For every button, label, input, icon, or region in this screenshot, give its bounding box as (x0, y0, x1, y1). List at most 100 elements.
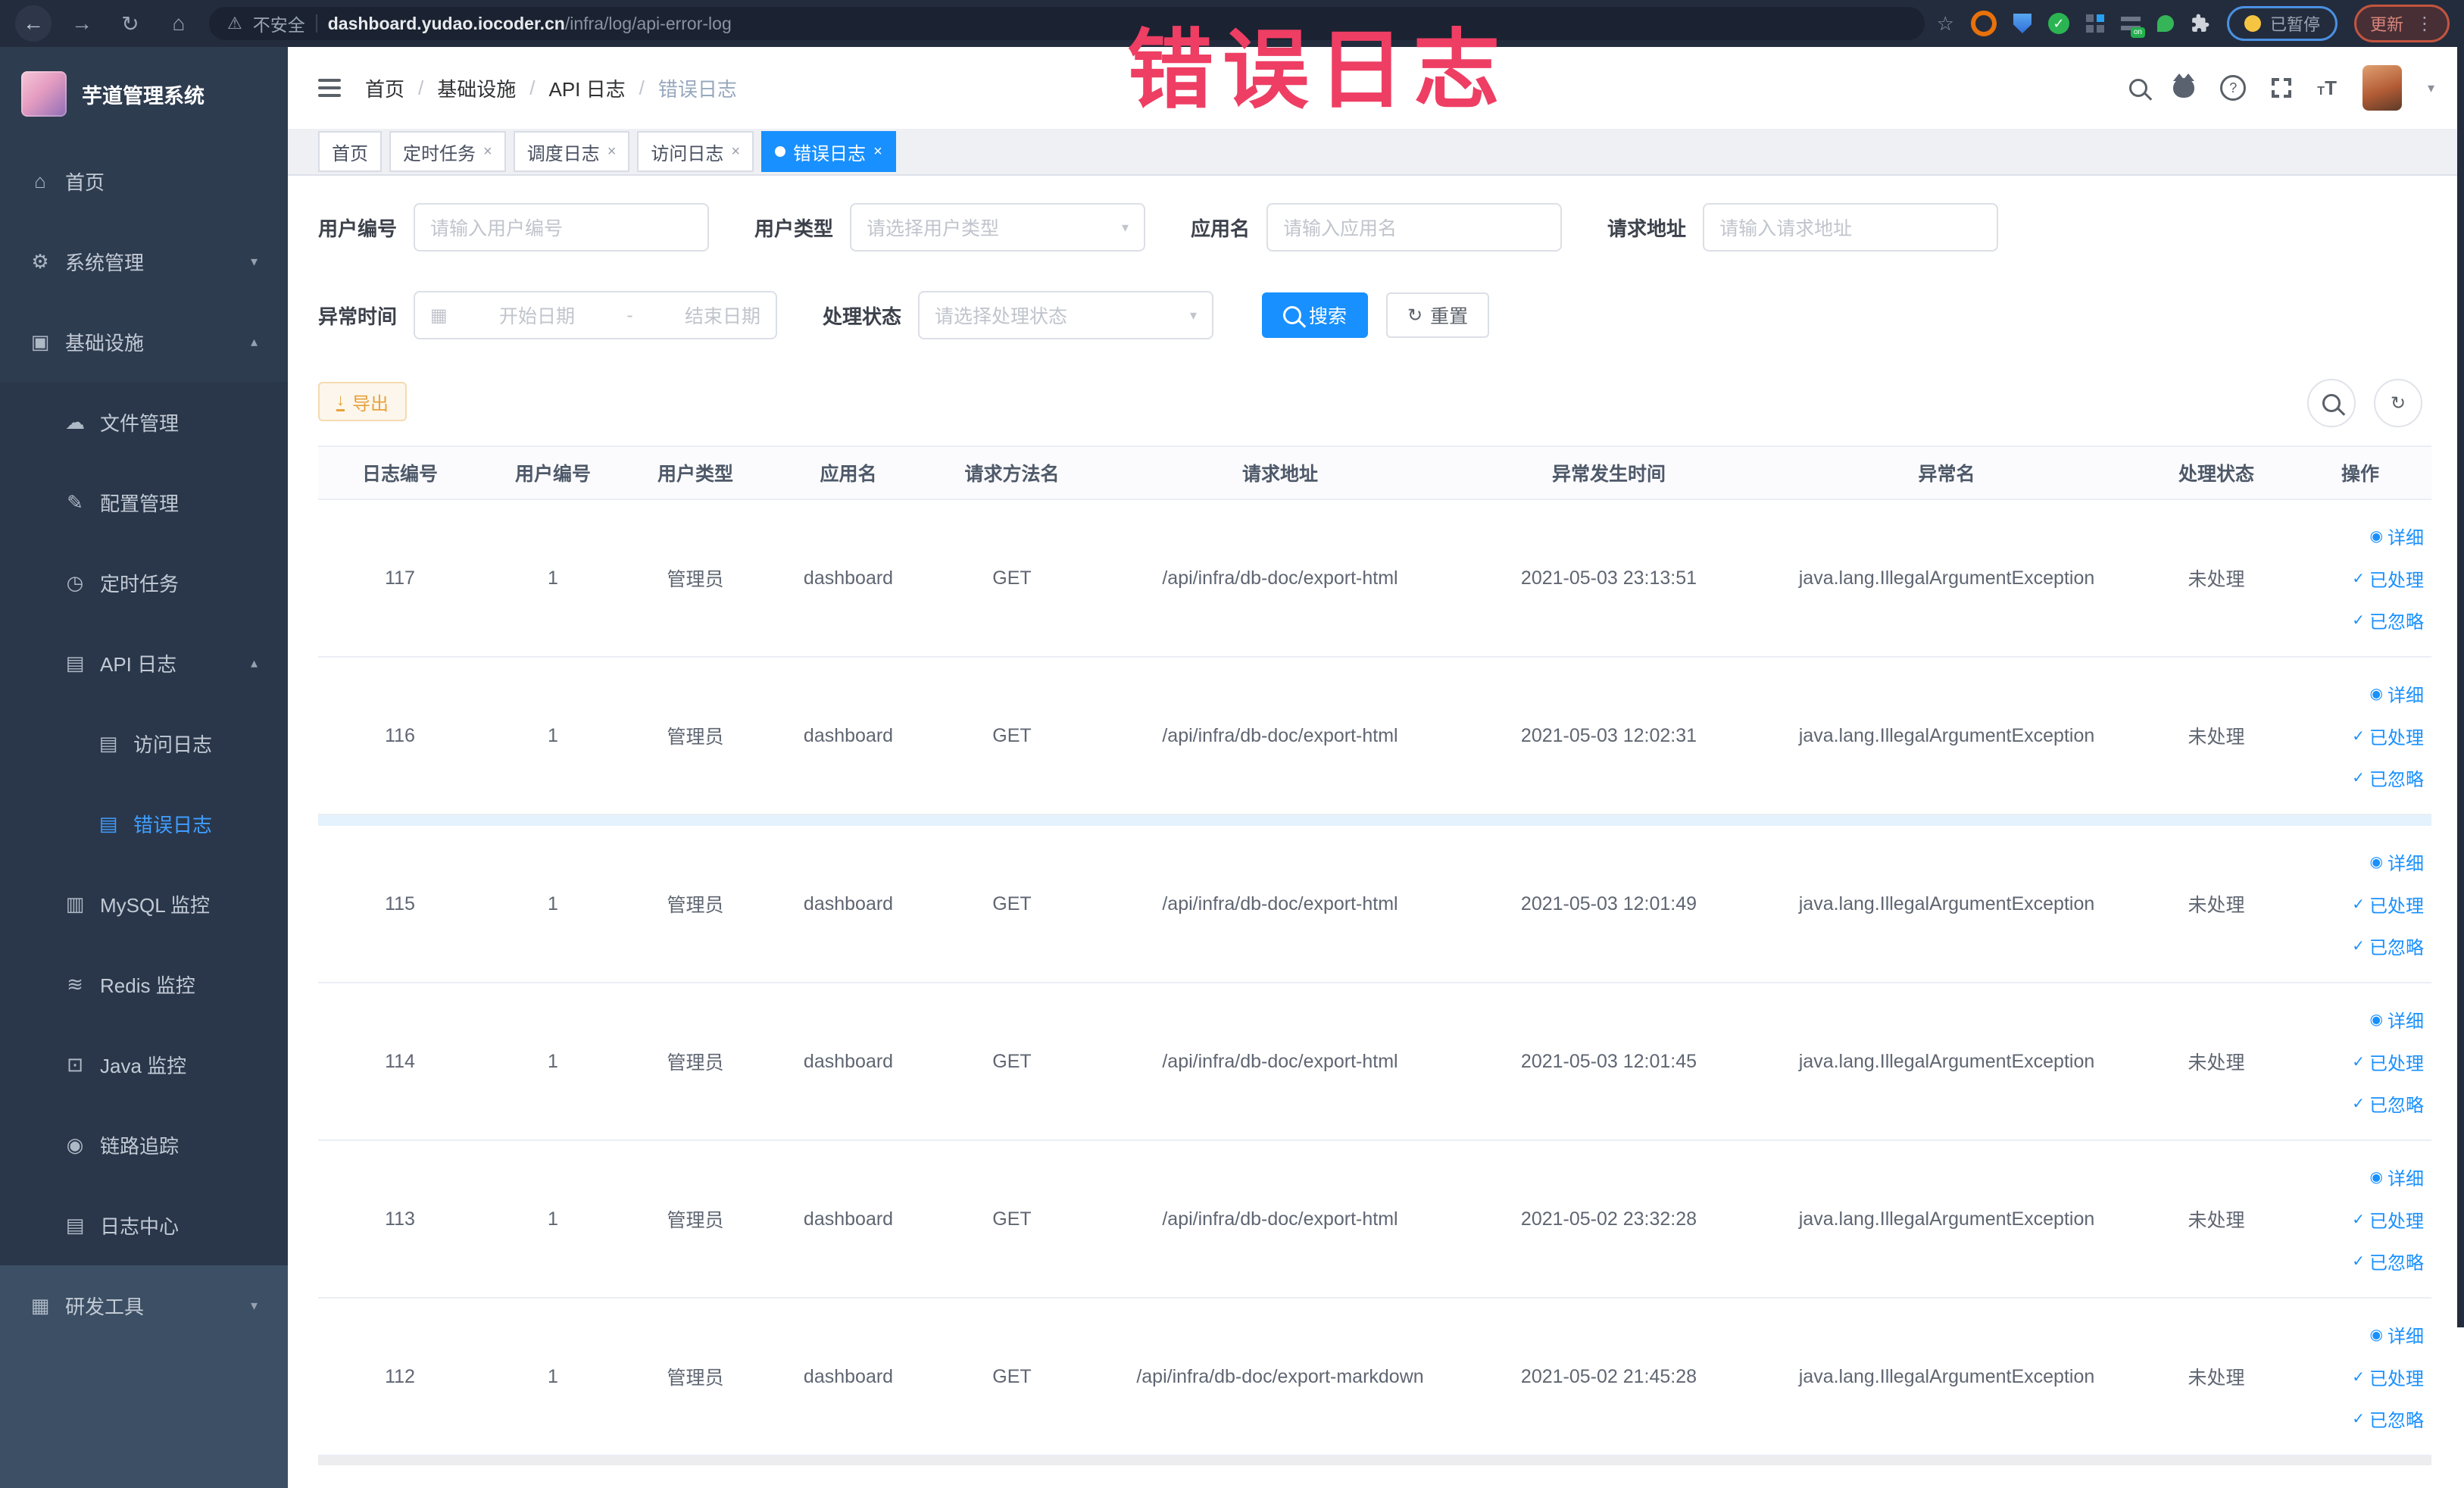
sidebar-item-file[interactable]: ☁ 文件管理 (0, 382, 288, 462)
search-toggle-button[interactable] (2307, 379, 2356, 427)
tab-访问日志[interactable]: 访问日志 × (637, 131, 754, 172)
chevron-down-icon[interactable]: ▾ (2428, 80, 2434, 96)
extension-leaf-icon[interactable] (2156, 15, 2174, 32)
page-scrollbar[interactable] (2457, 47, 2464, 1488)
chevron-up-icon: ▴ (250, 333, 258, 349)
detail-link[interactable]: ◉ 详细 (2370, 1164, 2424, 1190)
divider (315, 14, 317, 33)
detail-link[interactable]: ◉ 详细 (2370, 849, 2424, 875)
cell-id: 112 (385, 1365, 415, 1387)
tab-首页[interactable]: 首页 (318, 131, 382, 172)
detail-link[interactable]: ◉ 详细 (2370, 1006, 2424, 1033)
sidebar-item-api-log[interactable]: ▤ API 日志 ▴ (0, 623, 288, 703)
process-status-select[interactable]: 请选择处理状态 ▾ (918, 291, 1214, 339)
extensions-puzzle-icon[interactable] (2191, 14, 2210, 33)
sidebar-item-access-log[interactable]: ▤ 访问日志 (0, 703, 288, 783)
mark-processed-link[interactable]: ✓ 已处理 (2352, 723, 2424, 749)
check-icon: ✓ (2352, 1096, 2365, 1112)
op-label: 已忽略 (2369, 938, 2424, 958)
detail-link[interactable]: ◉ 详细 (2370, 680, 2424, 707)
sidebar-item-system[interactable]: ⚙ 系统管理 ▾ (0, 221, 288, 302)
bookmark-star-icon[interactable]: ☆ (1937, 12, 1954, 36)
mark-ignored-link[interactable]: ✓ 已忽略 (2352, 1405, 2424, 1432)
table-row[interactable]: 117 1 管理员 dashboard GET/api/infra/db-doc/exp… (318, 500, 2431, 658)
table-scrollbar-track[interactable] (318, 1456, 2431, 1465)
sidebar-item-dev-tools[interactable]: ▦ 研发工具 ▾ (0, 1265, 288, 1346)
search-button[interactable]: 搜索 (1262, 292, 1369, 338)
breadcrumb-item[interactable]: 基础设施 (437, 74, 516, 102)
sidebar-menu: ⌂ 首页 ⚙ 系统管理 ▾ ▣ 基础设施 ▴ ☁ 文件管理 ✎ 配置管理 ◷ 定时任务 ▤ API 日志 ▴ ▤ 访… (0, 141, 288, 1265)
sidebar-item-error-log[interactable]: ▤ 错误日志 (0, 783, 288, 864)
exception-time-daterange[interactable]: ▦ 开始日期 - 结束日期 (414, 291, 778, 339)
range-separator: - (626, 304, 633, 326)
sidebar-item-config[interactable]: ✎ 配置管理 (0, 462, 288, 542)
sidebar-item-mysql[interactable]: ▥ MySQL 监控 (0, 864, 288, 944)
sidebar-item-trace[interactable]: ◉ 链路追踪 (0, 1105, 288, 1185)
extension-orange-ring-icon[interactable] (1970, 11, 1997, 36)
mark-processed-link[interactable]: ✓ 已处理 (2352, 1206, 2424, 1233)
mark-ignored-link[interactable]: ✓ 已忽略 (2352, 764, 2424, 791)
extension-on-badge-icon[interactable] (2120, 17, 2145, 38)
avatar[interactable] (2362, 65, 2402, 111)
url-text[interactable]: dashboard.yudao.iocoder.cn/infra/log/api… (328, 14, 732, 34)
tab-调度日志[interactable]: 调度日志 × (513, 131, 630, 172)
mark-processed-link[interactable]: ✓ 已处理 (2352, 1049, 2424, 1075)
breadcrumb-item[interactable]: API 日志 (549, 74, 626, 102)
reset-button[interactable]: ↻ 重置 (1386, 292, 1490, 338)
home-icon[interactable]: ⌂ (161, 5, 197, 42)
reload-icon[interactable]: ↻ (112, 5, 148, 42)
profile-paused-pill[interactable]: 已暂停 (2226, 6, 2338, 41)
sidebar-item-redis[interactable]: ≋ Redis 监控 (0, 944, 288, 1024)
table-row[interactable]: 114 1 管理员 dashboard GET/api/infra/db-doc/exp… (318, 983, 2431, 1141)
close-icon[interactable]: × (607, 143, 617, 161)
extension-grid-icon[interactable] (2085, 14, 2104, 33)
security-label[interactable]: 不安全 (253, 11, 305, 36)
table-row[interactable]: 113 1 管理员 dashboard GET/api/infra/db-doc/exp… (318, 1141, 2431, 1299)
kebab-menu-icon[interactable]: ⋮ (2416, 13, 2434, 35)
table-row[interactable]: 112 1 管理员 dashboard GET/api/infra/db-doc/exp… (318, 1299, 2431, 1456)
mark-ignored-link[interactable]: ✓ 已忽略 (2352, 933, 2424, 959)
refresh-button[interactable]: ↻ (2374, 379, 2422, 427)
mark-ignored-link[interactable]: ✓ 已忽略 (2352, 1248, 2424, 1274)
table-row[interactable]: 116 1 管理员 dashboard GET/api/infra/db-doc/exp… (318, 658, 2431, 815)
close-icon[interactable]: × (483, 143, 492, 161)
logo-row[interactable]: 芋道管理系统 (0, 47, 288, 141)
user-type-select[interactable]: 请选择用户类型 ▾ (850, 203, 1146, 252)
app-name-input[interactable]: 请输入应用名 (1266, 203, 1563, 252)
export-button[interactable]: ↓ 导出 (318, 382, 407, 421)
font-size-icon[interactable]: TT (2317, 77, 2337, 100)
search-icon[interactable] (2129, 79, 2148, 97)
close-icon[interactable]: × (873, 143, 882, 161)
search-icon (1283, 306, 1302, 324)
github-icon[interactable] (2173, 73, 2195, 98)
breadcrumb-item[interactable]: 首页 (365, 74, 404, 102)
hamburger-icon[interactable] (318, 79, 341, 97)
mark-ignored-link[interactable]: ✓ 已忽略 (2352, 1090, 2424, 1117)
sidebar-item-java[interactable]: ⊡ Java 监控 (0, 1024, 288, 1105)
tab-定时任务[interactable]: 定时任务 × (389, 131, 506, 172)
sidebar-item-log-center[interactable]: ▤ 日志中心 (0, 1185, 288, 1265)
scrollbar-thumb[interactable] (2457, 47, 2464, 1327)
sidebar-item-home[interactable]: ⌂ 首页 (0, 141, 288, 221)
detail-link[interactable]: ◉ 详细 (2370, 1321, 2424, 1348)
address-bar[interactable]: ⚠ 不安全 dashboard.yudao.iocoder.cn/infra/l… (209, 7, 1925, 40)
mark-ignored-link[interactable]: ✓ 已忽略 (2352, 607, 2424, 633)
sidebar-item-job[interactable]: ◷ 定时任务 (0, 542, 288, 623)
detail-link[interactable]: ◉ 详细 (2370, 523, 2424, 549)
extension-green-check-icon[interactable]: ✓ (2047, 13, 2069, 34)
back-icon[interactable]: ← (15, 5, 52, 42)
tab-错误日志[interactable]: 错误日志 × (761, 131, 896, 172)
help-icon[interactable]: ? (2220, 75, 2247, 101)
close-icon[interactable]: × (731, 143, 740, 161)
mark-processed-link[interactable]: ✓ 已处理 (2352, 1364, 2424, 1390)
extension-shield-icon[interactable] (2013, 14, 2031, 33)
fullscreen-icon[interactable] (2272, 78, 2292, 98)
sidebar-item-infra[interactable]: ▣ 基础设施 ▴ (0, 302, 288, 382)
table-row[interactable]: 115 1 管理员 dashboard GET/api/infra/db-doc/exp… (318, 826, 2431, 983)
mark-processed-link[interactable]: ✓ 已处理 (2352, 891, 2424, 917)
mark-processed-link[interactable]: ✓ 已处理 (2352, 565, 2424, 592)
browser-update-button[interactable]: 更新 ⋮ (2353, 5, 2450, 42)
user-id-input[interactable]: 请输入用户编号 (414, 203, 710, 252)
forward-icon[interactable]: → (64, 5, 100, 42)
request-url-input[interactable]: 请输入请求地址 (1703, 203, 1999, 252)
